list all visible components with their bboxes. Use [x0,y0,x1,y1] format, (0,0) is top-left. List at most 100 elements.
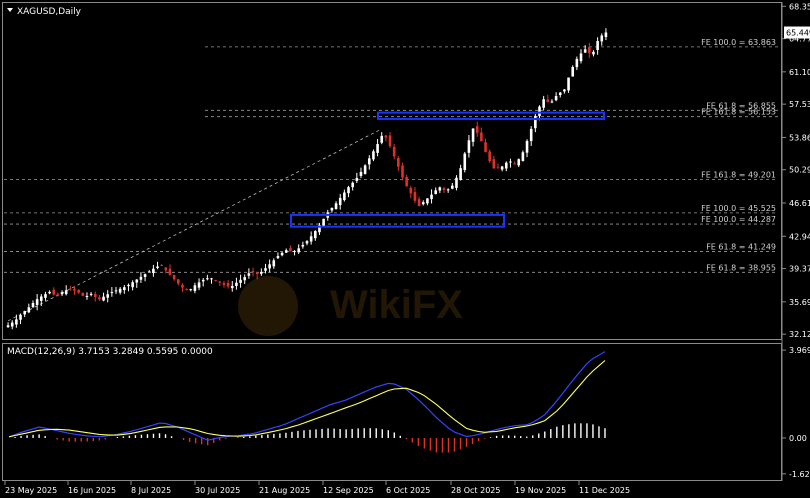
fe-level-label: FE 100.0 = 44.287 [701,215,776,224]
candle-body [81,292,85,296]
price-tick-label: 39.370 [789,265,810,274]
time-tick-label: 11 Dec 2025 [579,486,630,495]
candle-body [430,194,433,200]
candle-body [509,161,512,163]
candle-body [488,151,491,162]
candle-body [106,294,110,298]
candle-body [538,106,541,117]
candle-body [39,296,43,301]
candle-body [197,282,201,288]
candle-body [110,292,114,294]
candle-body [384,135,388,138]
candle-body [27,307,31,313]
candle-body [372,151,375,160]
candle-body [596,41,599,50]
candle-body [405,177,408,187]
candle-body [592,51,595,55]
candle-body [152,268,155,274]
candle-body [19,315,22,320]
candle-body [255,272,259,275]
candle-body [534,115,537,129]
time-tick-label: 16 Jun 2025 [68,486,116,495]
candle-body [143,274,147,277]
candle-body [583,49,587,53]
candle-body [579,53,583,62]
macd-tick-label: 0.00 [789,434,807,443]
candle-body [426,198,429,204]
candle-body [60,292,64,295]
fe-level-label: FE 61.8 = 41.249 [706,243,776,252]
price-tick-label: 46.615 [789,199,810,208]
candle-body [48,291,51,294]
candle-body [214,280,217,282]
candle-body [314,231,317,239]
candle-body [459,168,462,181]
candle-body [301,244,305,247]
time-tick-label: 21 Aug 2025 [259,486,310,495]
candle-body [127,284,130,287]
candle-body [226,282,230,287]
candle-body [521,152,525,161]
candle-body [355,177,359,181]
candle-body [276,256,280,259]
candle-body [563,89,566,92]
candle-body [529,128,533,142]
price-tick-label: 57.535 [789,100,810,109]
candle-body [73,288,76,291]
candle-body [438,187,442,191]
candle-body [284,250,288,253]
candle-body [525,140,529,153]
candle-body [218,281,222,283]
candle-body [172,274,176,280]
candle-body [243,277,247,281]
candle-body [98,297,101,300]
candle-body [604,32,608,37]
candle-body [421,202,425,205]
candle-body [52,289,56,295]
watermark-logo-mark [238,276,298,336]
time-tick-label: 23 May 2025 [5,486,57,495]
candle-body [135,279,139,283]
candle-body [85,296,89,298]
candle-body [338,197,342,205]
candle-body [189,289,193,291]
price-chart[interactable]: WikiFX XAGUSD,Daily MACD(12,26,9) 3.7153… [0,0,810,498]
symbol-header[interactable]: XAGUSD,Daily [7,7,82,17]
candle-body [118,288,122,293]
candle-body [475,126,479,133]
time-tick-label: 28 Oct 2025 [451,486,500,495]
symbol-label: XAGUSD,Daily [17,7,82,17]
candle-body [309,236,313,242]
candle-body [513,163,516,165]
chart-background [0,0,810,498]
candle-body [89,293,93,295]
candle-body [289,248,292,252]
candle-body [330,207,334,211]
candle-body [504,162,508,169]
candle-body [35,299,39,306]
candle-body [463,153,467,171]
candle-body [56,294,60,296]
candle-body [247,273,251,276]
candle-body [102,296,105,301]
watermark-logo-text: WikiFX [330,283,463,327]
candle-body [69,288,72,290]
fe-level-label: FE 161.8 = 49.201 [701,171,776,180]
candle-body [131,282,134,288]
candle-body [272,260,276,267]
candle-body [397,158,400,167]
candle-body [210,278,213,280]
candle-body [600,35,604,42]
candle-body [264,268,267,271]
candle-body [417,199,421,206]
candle-body [139,276,143,280]
candle-body [181,284,184,288]
fe-level-label: FE 61.8 = 38.955 [706,263,776,272]
candle-body [442,188,446,191]
candle-body [280,252,284,256]
candle-body [588,47,591,54]
candle-body [500,166,504,170]
candle-body [235,282,238,286]
time-tick-label: 6 Oct 2025 [386,486,430,495]
time-tick-label: 19 Nov 2025 [515,486,566,495]
